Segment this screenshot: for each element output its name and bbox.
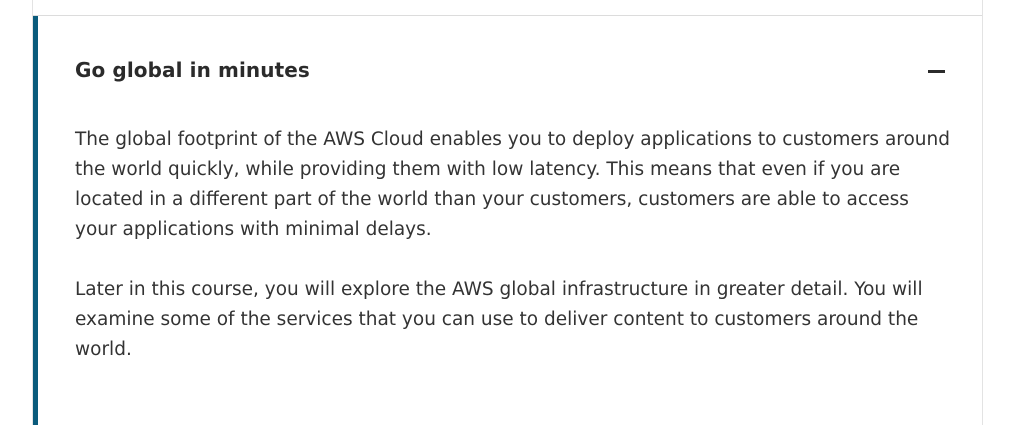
page: Go global in minutes The global footprin… [0, 0, 1014, 425]
lesson-card: Go global in minutes The global footprin… [32, 0, 983, 425]
accordion-accent-bar [33, 16, 38, 425]
accordion-paragraph: Later in this course, you will explore t… [75, 279, 923, 360]
accordion-panel: Go global in minutes The global footprin… [33, 16, 982, 425]
minus-icon[interactable] [928, 70, 945, 73]
accordion-title: Go global in minutes [75, 58, 310, 82]
accordion-paragraph: The global footprint of the AWS Cloud en… [75, 129, 950, 240]
accordion-header[interactable]: Go global in minutes [75, 52, 947, 88]
previous-accordion-panel-edge [33, 0, 982, 16]
accordion-body: The global footprint of the AWS Cloud en… [75, 125, 955, 395]
